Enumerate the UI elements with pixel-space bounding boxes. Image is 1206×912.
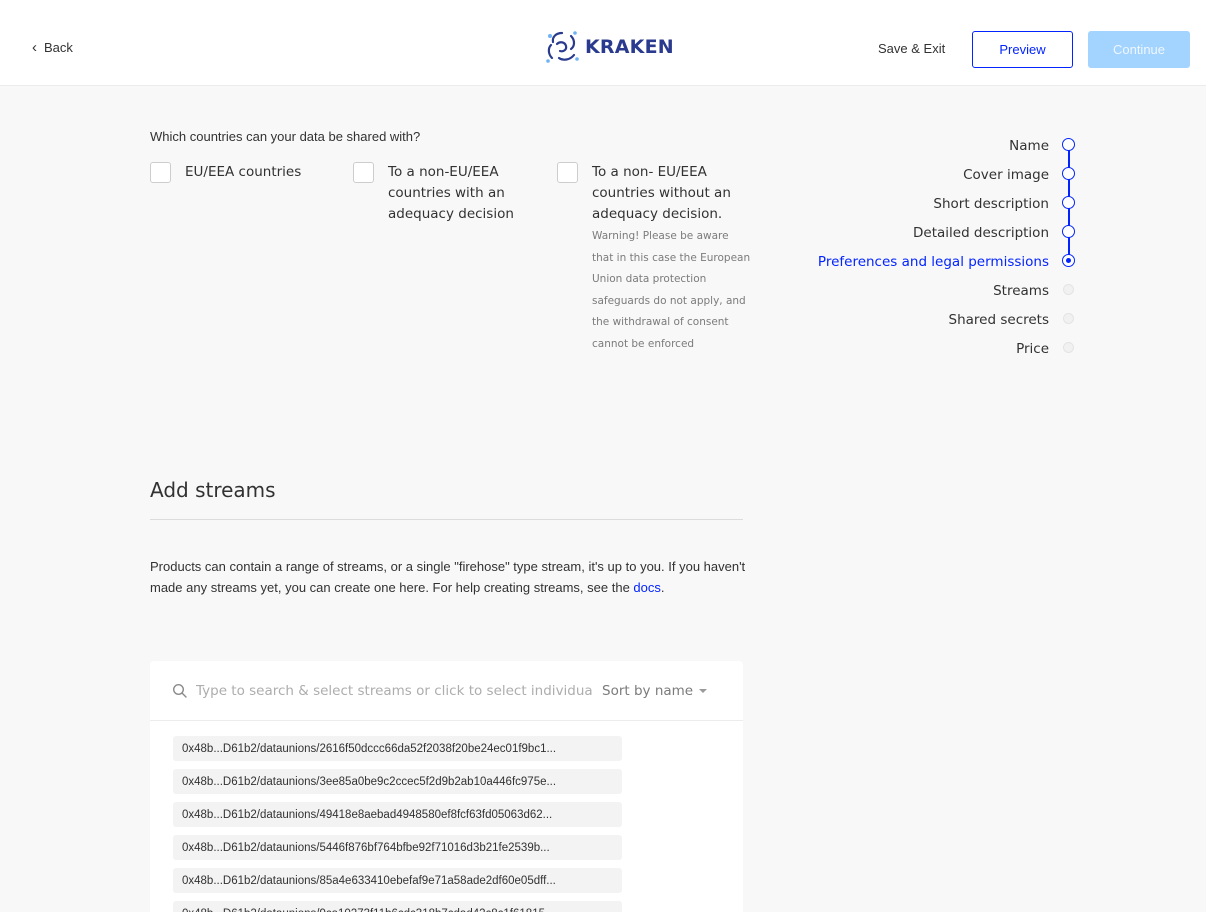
step-preferences[interactable]: Preferences and legal permissions [818,247,1049,276]
step-short-description[interactable]: Short description [933,189,1049,218]
step-label: Cover image [963,166,1049,183]
step-shared-secrets[interactable]: Shared secrets [949,305,1049,334]
search-icon [172,683,187,698]
sort-dropdown[interactable]: Sort by name [602,682,708,699]
stream-item[interactable]: 0x48b...D61b2/dataunions/2616f50dccc66da… [173,736,622,761]
step-done-icon [1062,138,1075,151]
description-end: . [660,580,665,595]
step-price[interactable]: Price [1016,334,1049,363]
stream-selector: Sort by name 0x48b...D61b2/dataunions/26… [150,661,743,912]
step-todo-icon [1063,313,1074,324]
step-current-icon [1062,254,1075,267]
stream-item[interactable]: 0x48b...D61b2/dataunions/85a4e633410ebef… [173,868,622,893]
step-cover-image[interactable]: Cover image [963,160,1049,189]
step-done-icon [1062,167,1075,180]
step-done-icon [1062,196,1075,209]
back-label: Back [44,40,73,55]
step-todo-icon [1063,342,1074,353]
option-label: To a non- EU/EEA countries without an ad… [592,164,731,222]
streams-description: Products can contain a range of streams,… [150,556,750,598]
stream-search-row: Sort by name [150,661,743,721]
stream-list: 0x48b...D61b2/dataunions/2616f50dccc66da… [173,736,622,912]
chevron-left-icon: ‹ [32,39,37,56]
step-todo-icon [1063,284,1074,295]
add-streams-heading: Add streams [150,478,276,502]
stream-search-input[interactable] [196,678,594,703]
back-button[interactable]: ‹ Back [32,40,73,55]
step-name[interactable]: Name [1009,131,1049,160]
option-label: EU/EEA countries [185,164,302,180]
option-warning: Warning! Please be aware that in this ca… [592,230,751,350]
continue-button[interactable]: Continue [1088,31,1190,68]
sort-label: Sort by name [602,682,694,699]
caret-down-icon [699,688,708,693]
option-non-eu-no-adequacy: To a non- EU/EEA countries without an ad… [557,162,752,355]
logo: KRAKEN [544,30,674,64]
stream-item[interactable]: 0x48b...D61b2/dataunions/9ca10273f11b6cd… [173,901,622,912]
docs-link[interactable]: docs [633,580,660,595]
preview-button[interactable]: Preview [972,31,1073,68]
stream-item[interactable]: 0x48b...D61b2/dataunions/49418e8aebad494… [173,802,622,827]
countries-question: Which countries can your data be shared … [150,129,421,144]
step-label: Price [1016,340,1049,357]
option-label: To a non-EU/EEA countries with an adequa… [388,164,514,222]
top-bar: ‹ Back KRAKEN Save & Exit Preview Contin… [0,0,1206,86]
option-eu-eea: EU/EEA countries [150,162,335,183]
kraken-logo-icon [546,31,579,63]
stream-item[interactable]: 0x48b...D61b2/dataunions/5446f876bf764bf… [173,835,622,860]
non-eu-no-adequacy-checkbox[interactable] [557,162,578,183]
non-eu-adequacy-checkbox[interactable] [353,162,374,183]
step-label: Streams [993,282,1049,299]
option-non-eu-adequacy: To a non-EU/EEA countries with an adequa… [353,162,538,225]
step-streams[interactable]: Streams [993,276,1049,305]
step-label: Detailed description [913,224,1049,241]
step-detailed-description[interactable]: Detailed description [913,218,1049,247]
step-label: Preferences and legal permissions [817,253,1049,270]
step-label: Shared secrets [948,311,1049,328]
eu-eea-checkbox[interactable] [150,162,171,183]
section-divider [150,519,743,520]
logo-wordmark: KRAKEN [585,36,674,58]
stream-item[interactable]: 0x48b...D61b2/dataunions/3ee85a0be9c2cce… [173,769,622,794]
step-label: Name [1009,137,1049,154]
step-label: Short description [933,195,1049,212]
save-exit-button[interactable]: Save & Exit [878,41,945,56]
step-done-icon [1062,225,1075,238]
